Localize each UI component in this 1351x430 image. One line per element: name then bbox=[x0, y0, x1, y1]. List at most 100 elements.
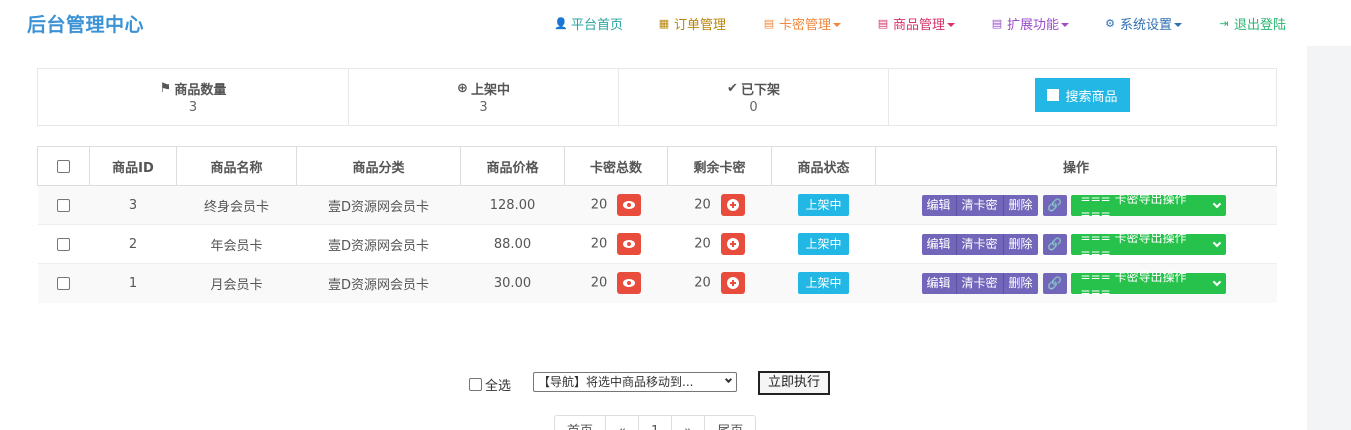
gear-icon: ⚙ bbox=[1105, 17, 1115, 30]
clear-cards-button[interactable]: 清卡密 bbox=[956, 233, 1004, 255]
caret-down-icon bbox=[833, 22, 842, 27]
th-name: 商品名称 bbox=[176, 146, 297, 186]
page-prev[interactable]: « bbox=[606, 416, 639, 430]
caret-down-icon bbox=[1174, 22, 1183, 27]
chevron-down-icon bbox=[724, 375, 733, 384]
eye-icon bbox=[623, 201, 636, 209]
delete-button[interactable]: 删除 bbox=[1003, 272, 1038, 294]
view-cards-button[interactable] bbox=[617, 194, 642, 216]
nav-settings[interactable]: ⚙ 系统设置 bbox=[1104, 14, 1183, 33]
cell-name: 年会员卡 bbox=[176, 224, 297, 264]
row-actions: 编辑 清卡密 删除 🔗 === 卡密导出操作 === bbox=[921, 270, 1226, 299]
nav-products[interactable]: ▤ 商品管理 bbox=[877, 14, 956, 33]
cell-total: 20 bbox=[590, 236, 608, 252]
nav-extensions[interactable]: ▤ 扩展功能 bbox=[991, 14, 1070, 33]
clear-cards-button[interactable]: 清卡密 bbox=[956, 272, 1004, 294]
page-first[interactable]: 首页 bbox=[555, 416, 607, 430]
view-cards-button[interactable] bbox=[617, 272, 642, 295]
add-cards-button[interactable] bbox=[720, 194, 745, 216]
edit-button[interactable]: 编辑 bbox=[921, 194, 957, 216]
cell-id: 2 bbox=[89, 224, 177, 264]
table-row: 3 终身会员卡 壹D资源网会员卡 128.00 20 20 上架中 编辑 清卡密… bbox=[37, 185, 1277, 225]
row-checkbox[interactable] bbox=[57, 237, 70, 251]
th-status: 商品状态 bbox=[771, 146, 876, 186]
paperclip-icon[interactable]: 🔗 bbox=[1042, 272, 1067, 294]
th-ops: 操作 bbox=[875, 146, 1277, 186]
select-all-checkbox-header[interactable] bbox=[57, 159, 70, 173]
caret-down-icon bbox=[1061, 22, 1070, 27]
th-total: 卡密总数 bbox=[564, 146, 668, 186]
nav-home[interactable]: 👤 平台首页 bbox=[554, 14, 623, 33]
top-navbar: 后台管理中心 👤 平台首页 ▦ 订单管理 ▤ 卡密管理 ▤ 商品管理 ▤ 扩展功能 ⚙ 系统设置 ⇥ 退出… bbox=[0, 0, 1351, 46]
page-1[interactable]: 1 bbox=[639, 416, 673, 430]
cell-category: 壹D资源网会员卡 bbox=[296, 185, 461, 225]
products-table: 商品ID 商品名称 商品分类 商品价格 卡密总数 剩余卡密 商品状态 操作 3 … bbox=[37, 146, 1277, 303]
cell-name: 月会员卡 bbox=[176, 263, 297, 303]
status-badge[interactable]: 上架中 bbox=[798, 233, 849, 255]
cell-total: 20 bbox=[590, 275, 608, 291]
plus-circle-icon bbox=[726, 238, 739, 250]
edit-button[interactable]: 编辑 bbox=[921, 272, 957, 294]
add-cards-button[interactable] bbox=[720, 233, 745, 255]
paperclip-icon[interactable]: 🔗 bbox=[1042, 194, 1067, 216]
cell-id: 3 bbox=[89, 185, 177, 225]
stats-bar: ⚑ 商品数量 3 ⊕ 上架中 3 ✔ 已下架 0 搜索商品 bbox=[37, 68, 1277, 126]
list-icon: ▤ bbox=[991, 17, 1003, 30]
nav-logout[interactable]: ⇥ 退出登陆 bbox=[1218, 14, 1286, 33]
cell-category: 壹D资源网会员卡 bbox=[296, 224, 461, 264]
search-products-button[interactable]: 搜索商品 bbox=[1035, 78, 1130, 112]
row-actions: 编辑 清卡密 删除 🔗 === 卡密导出操作 === bbox=[921, 192, 1226, 221]
table-row: 2 年会员卡 壹D资源网会员卡 88.00 20 20 上架中 编辑 清卡密 删… bbox=[37, 224, 1277, 264]
plus-circle-icon bbox=[726, 199, 739, 211]
nav-cards[interactable]: ▤ 卡密管理 bbox=[763, 14, 842, 33]
stat-search: 搜索商品 bbox=[889, 69, 1276, 125]
caret-down-icon bbox=[947, 22, 956, 27]
status-badge[interactable]: 上架中 bbox=[798, 272, 849, 295]
delete-button[interactable]: 删除 bbox=[1003, 194, 1038, 216]
export-cards-select[interactable]: === 卡密导出操作 === bbox=[1070, 270, 1226, 299]
plus-circle-icon bbox=[726, 277, 739, 290]
execute-button[interactable]: 立即执行 bbox=[758, 371, 830, 395]
th-category: 商品分类 bbox=[296, 146, 461, 186]
stat-on-shelf: ⊕ 上架中 3 bbox=[349, 69, 619, 125]
bulk-actions: 全选 【导航】将选中商品移动到... 立即执行 bbox=[0, 371, 1307, 395]
logout-icon: ⇥ bbox=[1219, 17, 1229, 30]
page-next[interactable]: » bbox=[672, 416, 706, 430]
brand-title: 后台管理中心 bbox=[27, 14, 145, 36]
cell-total: 20 bbox=[590, 197, 608, 213]
user-icon: 👤 bbox=[554, 17, 568, 30]
edit-button[interactable]: 编辑 bbox=[921, 233, 957, 255]
cell-category: 壹D资源网会员卡 bbox=[296, 263, 461, 303]
view-cards-button[interactable] bbox=[617, 233, 642, 255]
main-panel: ⚑ 商品数量 3 ⊕ 上架中 3 ✔ 已下架 0 搜索商品 商品ID 商品名称 商品分… bbox=[0, 46, 1307, 430]
export-cards-select[interactable]: === 卡密导出操作 === bbox=[1070, 231, 1226, 260]
eye-icon bbox=[623, 279, 636, 288]
cell-price: 88.00 bbox=[460, 224, 565, 264]
delete-button[interactable]: 删除 bbox=[1003, 233, 1038, 255]
clear-cards-button[interactable]: 清卡密 bbox=[956, 194, 1004, 216]
nav-orders[interactable]: ▦ 订单管理 bbox=[658, 14, 726, 33]
status-badge[interactable]: 上架中 bbox=[798, 194, 849, 216]
select-all-checkbox[interactable] bbox=[469, 378, 482, 391]
row-checkbox[interactable] bbox=[57, 198, 70, 212]
export-cards-select[interactable]: === 卡密导出操作 === bbox=[1070, 192, 1226, 221]
square-icon bbox=[1047, 89, 1060, 101]
cell-id: 1 bbox=[89, 263, 177, 303]
page-last[interactable]: 尾页 bbox=[705, 416, 755, 430]
pagination: 首页«1»尾页 bbox=[554, 415, 757, 430]
th-remain: 剩余卡密 bbox=[667, 146, 772, 186]
select-all[interactable]: 全选 bbox=[469, 375, 511, 394]
th-id: 商品ID bbox=[89, 146, 177, 186]
row-checkbox[interactable] bbox=[57, 276, 70, 290]
cell-price: 30.00 bbox=[460, 263, 565, 303]
move-category-select[interactable]: 【导航】将选中商品移动到... bbox=[533, 372, 737, 392]
cell-remain: 20 bbox=[694, 197, 711, 213]
stat-product-count: ⚑ 商品数量 3 bbox=[38, 69, 349, 125]
cell-remain: 20 bbox=[694, 275, 711, 291]
calendar-icon: ▦ bbox=[658, 17, 670, 30]
table-row: 1 月会员卡 壹D资源网会员卡 30.00 20 20 上架中 编辑 清卡密 删… bbox=[37, 263, 1277, 303]
eye-icon bbox=[623, 240, 636, 248]
add-cards-button[interactable] bbox=[720, 272, 745, 295]
row-actions: 编辑 清卡密 删除 🔗 === 卡密导出操作 === bbox=[921, 231, 1226, 260]
paperclip-icon[interactable]: 🔗 bbox=[1042, 233, 1067, 255]
